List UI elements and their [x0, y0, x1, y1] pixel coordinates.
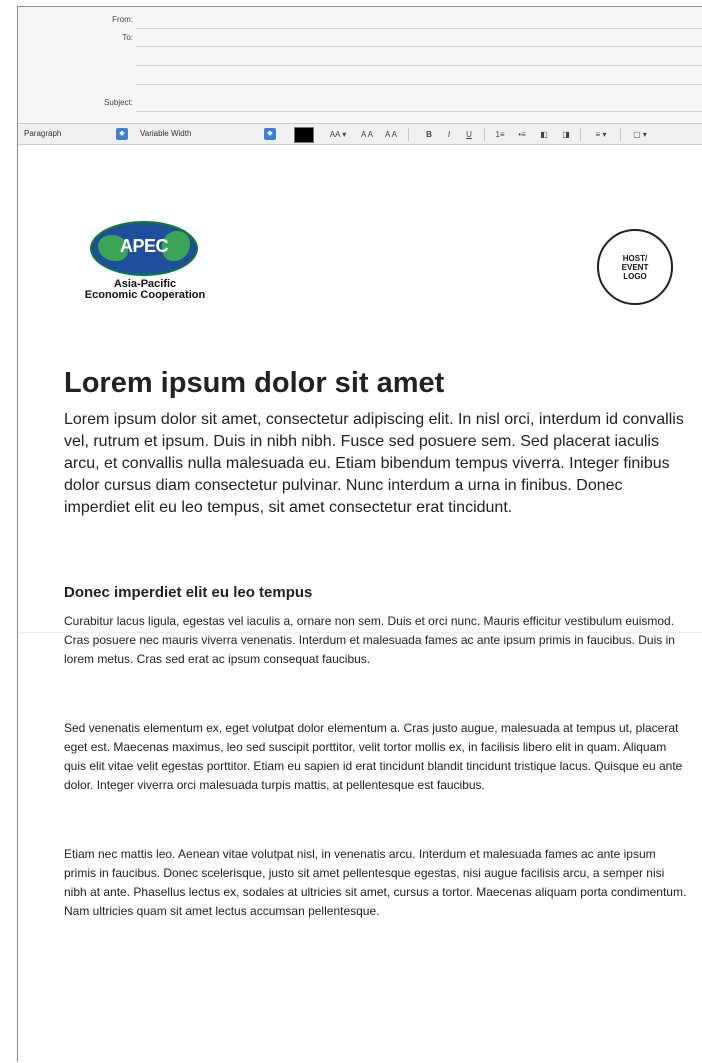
from-row[interactable]: From:	[18, 13, 702, 29]
subject-field[interactable]	[136, 111, 702, 112]
indent-button[interactable]: ◨	[558, 128, 574, 141]
body-paragraph-1: Curabitur lacus ligula, egestas vel iacu…	[64, 614, 675, 666]
host-event-logo: HOST/ EVENT LOGO	[597, 229, 673, 305]
to-row[interactable]: To:	[18, 31, 702, 47]
subject-label: Subject:	[104, 98, 133, 107]
compose-header: From: To: Subject:	[18, 7, 702, 123]
body-paragraph-3: Etiam nec mattis leo. Aenean vitae volut…	[64, 847, 687, 918]
subject-row[interactable]: Subject:	[18, 96, 702, 112]
message-subheading: Donec imperdiet elit eu leo tempus	[64, 584, 313, 601]
outdent-button[interactable]: ◧	[536, 128, 552, 141]
align-button[interactable]: ≡ ▾	[588, 128, 614, 141]
from-field[interactable]	[136, 28, 702, 29]
body-paragraph-2: Sed venenatis elementum ex, eget volutpa…	[64, 721, 683, 792]
cc-row[interactable]	[18, 50, 702, 66]
from-label: From:	[112, 15, 133, 24]
italic-button[interactable]: I	[442, 128, 456, 141]
compose-window: From: To: Subject: Paragraph ◆ Variable …	[17, 6, 702, 1063]
paragraph-style-value: Paragraph	[24, 129, 62, 138]
lead-paragraph: Lorem ipsum dolor sit amet, consectetur …	[64, 411, 684, 516]
bullet-list-button[interactable]: •≡	[514, 128, 530, 141]
bcc-row[interactable]	[18, 69, 702, 85]
chevron-down-icon: ◆	[264, 128, 276, 140]
to-label: To:	[122, 33, 133, 42]
message-body[interactable]: APEC Asia-Pacific Economic Cooperation H…	[18, 147, 702, 1063]
message-heading: Lorem ipsum dolor sit amet	[64, 367, 445, 399]
cc-field[interactable]	[136, 65, 702, 66]
font-value: Variable Width	[140, 129, 192, 138]
font-size-button[interactable]: AA ▾	[324, 128, 352, 141]
globe-icon: APEC	[90, 221, 198, 276]
host-logo-line3: LOGO	[623, 271, 647, 281]
host-logo-line2: EVENT	[621, 262, 649, 272]
to-field[interactable]	[136, 46, 702, 47]
toolbar-divider	[408, 128, 409, 141]
text-color-swatch[interactable]	[294, 127, 314, 143]
insert-button[interactable]: ▢ ▾	[628, 128, 652, 141]
paragraph-style-select[interactable]: Paragraph ◆	[24, 128, 128, 140]
toolbar-divider	[620, 128, 621, 141]
smaller-text-button[interactable]: A A	[356, 128, 378, 141]
formatting-toolbar: Paragraph ◆ Variable Width ◆ AA ▾ A A A …	[18, 123, 702, 145]
chevron-down-icon: ◆	[116, 128, 128, 140]
font-select[interactable]: Variable Width ◆	[140, 128, 276, 140]
bcc-field[interactable]	[136, 84, 702, 85]
toolbar-divider	[580, 128, 581, 141]
bold-button[interactable]: B	[422, 128, 436, 141]
larger-text-button[interactable]: A A	[380, 128, 402, 141]
toolbar-divider	[484, 128, 485, 141]
apec-logo: APEC Asia-Pacific Economic Cooperation	[64, 221, 205, 309]
apec-caption-line2: Economic Cooperation	[84, 289, 206, 301]
apec-wordmark: APEC	[119, 236, 169, 256]
apec-caption: Asia-Pacific Economic Cooperation	[64, 279, 226, 301]
host-logo-line1: HOST/	[622, 253, 648, 263]
ordered-list-button[interactable]: 1≡	[492, 128, 508, 141]
underline-button[interactable]: U	[462, 128, 476, 141]
